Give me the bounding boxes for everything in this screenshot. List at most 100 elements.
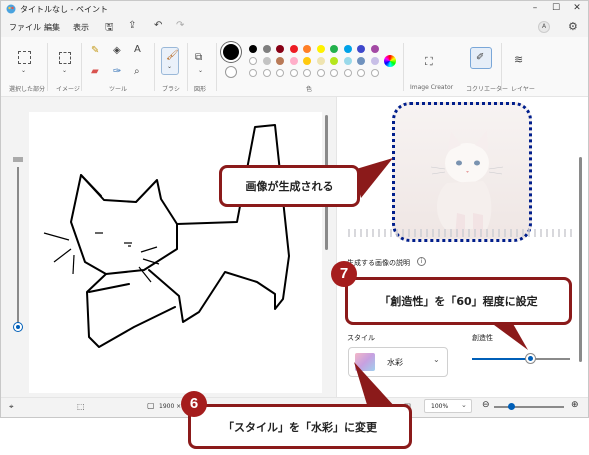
menu-file[interactable]: ファイル bbox=[9, 22, 41, 33]
fill-bucket-icon[interactable]: ◈ bbox=[113, 45, 121, 56]
palette-swatch[interactable] bbox=[249, 45, 257, 53]
custom-color-slot[interactable] bbox=[262, 69, 271, 77]
custom-color-slot[interactable] bbox=[330, 69, 338, 77]
menu-bar: ファイル 編集 表示 🖫 ⇪ ↶ ↷ bbox=[1, 18, 588, 37]
palette-swatch[interactable] bbox=[249, 57, 257, 65]
custom-color-slot[interactable] bbox=[370, 69, 379, 77]
shapes-group-label: 図形 bbox=[194, 86, 207, 93]
brush-group-label: ブラシ bbox=[162, 86, 180, 93]
palette-swatch[interactable] bbox=[316, 57, 325, 65]
palette-swatch[interactable] bbox=[262, 45, 271, 53]
color-picker-icon[interactable]: ✑ bbox=[113, 66, 121, 77]
eraser-icon[interactable]: ▰ bbox=[91, 66, 99, 77]
palette-swatch[interactable] bbox=[330, 57, 338, 65]
custom-color-slot[interactable] bbox=[276, 69, 284, 77]
generated-cat-image bbox=[430, 130, 504, 237]
layers-icon[interactable]: ≋ bbox=[514, 53, 523, 66]
ribbon-divider bbox=[501, 43, 502, 91]
palette-swatch[interactable] bbox=[262, 57, 271, 65]
custom-color-slot[interactable] bbox=[343, 69, 352, 77]
file-size-icon: 🖫 bbox=[404, 402, 411, 411]
colors-group-label: 色 bbox=[306, 86, 313, 93]
palette-swatch[interactable] bbox=[343, 57, 352, 65]
minimize-button[interactable]: – bbox=[529, 3, 541, 13]
palette-swatch[interactable] bbox=[330, 45, 338, 53]
shapes-icon[interactable]: ⧉ bbox=[195, 52, 202, 63]
custom-color-slot[interactable] bbox=[303, 69, 311, 77]
palette-swatch[interactable] bbox=[370, 57, 379, 65]
ribbon-divider bbox=[187, 43, 188, 91]
palette-swatch[interactable] bbox=[289, 57, 298, 65]
magnifier-icon[interactable]: ⌕ bbox=[134, 66, 140, 77]
maximize-button[interactable]: ☐ bbox=[550, 3, 562, 13]
panel-scrollbar[interactable] bbox=[579, 157, 582, 362]
ribbon-toolbar: ⌄ 選択した部分 ⌄ イメージ ✎ ◈ A ▰ ✑ ⌕ ツール 🖌 ⌄ ブラシ … bbox=[1, 37, 588, 97]
custom-color-slot[interactable] bbox=[249, 69, 257, 77]
zoom-select[interactable]: 100% ⌄ bbox=[424, 399, 472, 413]
menu-edit[interactable]: 編集 bbox=[44, 22, 60, 33]
palette-swatch[interactable] bbox=[303, 45, 311, 53]
ribbon-divider bbox=[154, 43, 155, 91]
settings-gear-icon[interactable]: ⚙ bbox=[568, 20, 578, 33]
palette-swatch[interactable] bbox=[303, 57, 311, 65]
palette-swatch[interactable] bbox=[289, 45, 298, 53]
text-tool-icon[interactable]: A bbox=[134, 44, 141, 55]
ribbon-divider bbox=[403, 43, 404, 91]
color-wheel-icon[interactable] bbox=[384, 55, 396, 67]
prompt-text-dots bbox=[348, 229, 576, 237]
pencil-icon[interactable]: ✎ bbox=[91, 45, 99, 56]
layers-label: レイヤー bbox=[511, 86, 535, 93]
palette-swatch[interactable] bbox=[276, 57, 284, 65]
undo-icon[interactable]: ↶ bbox=[154, 20, 162, 31]
image-crop-icon[interactable] bbox=[59, 52, 71, 64]
ribbon-divider bbox=[81, 43, 82, 91]
save-icon[interactable]: 🖫 bbox=[105, 20, 114, 37]
style-dropdown[interactable]: 水彩 ⌄ bbox=[348, 347, 448, 377]
creativity-slider-track[interactable] bbox=[472, 358, 570, 360]
custom-color-slot[interactable] bbox=[289, 69, 298, 77]
share-icon[interactable]: ⇪ bbox=[128, 20, 136, 31]
palette-swatch[interactable] bbox=[357, 45, 365, 53]
palette-swatch[interactable] bbox=[370, 45, 379, 53]
account-avatar[interactable]: A bbox=[538, 21, 550, 33]
custom-color-slot[interactable] bbox=[357, 69, 365, 77]
image-creator-label: Image Creator bbox=[410, 84, 454, 91]
selection-tool-icon[interactable] bbox=[18, 51, 31, 64]
drawing-canvas[interactable] bbox=[29, 112, 322, 393]
selection-chevron-icon[interactable]: ⌄ bbox=[21, 67, 26, 74]
style-thumbnail bbox=[355, 353, 375, 371]
image-group-label: イメージ bbox=[56, 86, 80, 93]
zoom-slider-thumb[interactable] bbox=[508, 403, 515, 410]
primary-color-swatch[interactable] bbox=[223, 44, 239, 60]
cocreator-button[interactable]: ✐ bbox=[470, 47, 492, 69]
canvas-size: 1900 × bbox=[159, 403, 182, 410]
palette-swatch[interactable] bbox=[316, 45, 325, 53]
style-label: スタイル bbox=[347, 334, 375, 342]
close-button[interactable]: ✕ bbox=[571, 3, 583, 13]
cocreator-icon: ✐ bbox=[476, 52, 485, 63]
palette-swatch[interactable] bbox=[357, 57, 365, 65]
secondary-color-swatch[interactable] bbox=[225, 66, 237, 78]
creativity-slider-thumb[interactable] bbox=[525, 354, 535, 363]
brush-button[interactable]: 🖌 ⌄ bbox=[161, 47, 179, 75]
zoom-slider-track[interactable] bbox=[494, 406, 564, 408]
info-icon[interactable]: i bbox=[417, 257, 426, 266]
zoom-in-icon[interactable]: ⊕ bbox=[571, 400, 579, 410]
custom-color-slot[interactable] bbox=[316, 69, 325, 77]
tools-group-label: ツール bbox=[109, 86, 128, 93]
paint-app-icon bbox=[6, 4, 16, 14]
brush-size-slider-track[interactable] bbox=[17, 167, 19, 325]
palette-swatch[interactable] bbox=[276, 45, 284, 53]
canvas-scrollbar[interactable] bbox=[325, 115, 328, 250]
shapes-chevron-icon[interactable]: ⌄ bbox=[198, 67, 203, 74]
menu-view[interactable]: 表示 bbox=[73, 22, 89, 33]
zoom-out-icon[interactable]: ⊖ bbox=[482, 400, 490, 410]
generated-image[interactable] bbox=[392, 102, 532, 242]
palette-swatch[interactable] bbox=[343, 45, 352, 53]
ribbon-divider bbox=[216, 43, 217, 91]
brush-size-slider-thumb[interactable] bbox=[14, 323, 22, 331]
title-bar: タイトルなし - ペイント – ☐ ✕ bbox=[1, 1, 588, 18]
image-creator-icon[interactable]: ⛶ bbox=[425, 55, 433, 69]
redo-icon[interactable]: ↷ bbox=[176, 20, 184, 31]
image-chevron-icon[interactable]: ⌄ bbox=[62, 67, 67, 74]
